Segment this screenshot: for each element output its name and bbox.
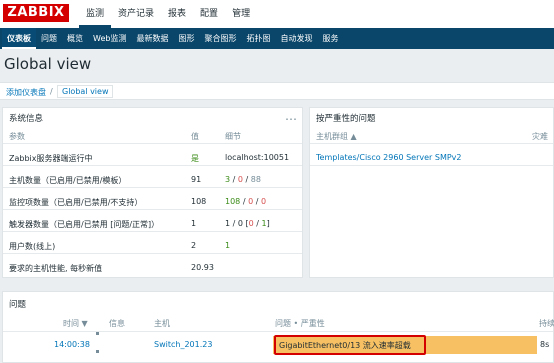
param-detail: 1 [225,241,231,250]
breadcrumb-current[interactable]: Global view [57,85,114,98]
col-param: 参数 [9,132,25,141]
sub-nav-services[interactable]: 服务 [317,28,343,49]
page-title: Global view [4,55,92,73]
sub-nav-graphs[interactable]: 图形 [173,28,199,49]
param-value: 108 [191,197,207,206]
system-info-widget: 系统信息 … 参数 值 细节 Zabbix服务器端运行中 是 localhost… [2,107,303,278]
system-info-header: 参数 值 细节 [3,126,302,144]
sub-nav-dashboard[interactable]: 仪表板 [2,28,36,49]
problems-by-severity-title[interactable]: 按严重性的问题 [310,108,553,126]
top-menu: 监测 资产记录 报表 配置 管理 [79,0,257,28]
sub-nav-latest-data[interactable]: 最新数据 [131,28,173,49]
col-duration: 持续 [539,319,554,328]
problem-duration: 8s [540,340,550,349]
sub-nav-screens[interactable]: 聚合图形 [199,28,241,49]
table-row: 触发器数量（已启用/已禁用 [问题/正常]） 1 1 / 0 [0 / 1] [3,214,302,232]
col-host-group[interactable]: 主机群组 ▲ [316,131,357,142]
table-row: Templates/Cisco 2960 Server SMPv2 [310,148,553,166]
problems-title[interactable]: 问题 [3,292,553,310]
problems-widget: 问题 时间 ▼ 信息 主机 问题 • 严重性 持续 14:00:38 Switc… [2,291,554,363]
table-row: 监控项数量（已启用/已禁用/不支持） 108 108 / 0 / 0 [3,192,302,210]
table-row: 要求的主机性能, 每秒新值 20.93 [3,258,302,276]
highlight-box [274,335,426,355]
top-menu-configuration[interactable]: 配置 [193,0,225,28]
sub-nav: 仪表板 问题 概览 Web监测 最新数据 图形 聚合图形 拓扑图 自动发现 服务 [0,28,554,49]
col-time[interactable]: 时间 ▼ [63,318,88,329]
param-value: 20.93 [191,263,214,272]
breadcrumb: 添加仪表盘 / Global view [0,82,554,100]
sub-nav-discovery[interactable]: 自动发现 [275,28,317,49]
problem-time[interactable]: 14:00:38 [54,340,90,349]
table-row: Zabbix服务器端运行中 是 localhost:10051 [3,148,302,166]
top-menu-reports[interactable]: 报表 [161,0,193,28]
param-detail: 108 / 0 / 0 [225,197,267,206]
widget-menu-icon[interactable]: … [285,109,297,123]
param-detail: 3 / 0 / 88 [225,175,261,184]
param-value: 是 [191,154,199,163]
timeline-marker [96,332,99,335]
problems-by-severity-widget: 按严重性的问题 主机群组 ▲ 灾难 Templates/Cisco 2960 S… [309,107,554,278]
sub-nav-web[interactable]: Web监测 [88,28,131,49]
param-label: 要求的主机性能, 每秒新值 [9,264,103,273]
col-value: 值 [191,132,199,141]
col-host: 主机 [154,319,170,328]
top-menu-administration[interactable]: 管理 [225,0,257,28]
sub-nav-maps[interactable]: 拓扑图 [241,28,275,49]
table-row: 用户数(线上) 2 1 [3,236,302,254]
param-detail: 1 / 0 [0 / 1] [225,219,270,228]
problems-header: 时间 ▼ 信息 主机 问题 • 严重性 持续 [3,318,554,332]
param-label: 主机数量（已启用/已禁用/模板） [9,176,127,185]
sub-nav-overview[interactable]: 概览 [62,28,88,49]
param-label: 监控项数量（已启用/已禁用/不支持） [9,198,143,207]
col-problem-severity: 问题 • 严重性 [275,319,325,328]
breadcrumb-add-dashboard[interactable]: 添加仪表盘 [6,87,46,98]
param-value: 2 [191,241,197,250]
top-bar: ZABBIX 监测 资产记录 报表 配置 管理 [0,0,554,28]
severity-header: 主机群组 ▲ 灾难 [310,126,553,144]
problem-host[interactable]: Switch_201.23 [154,340,212,349]
param-label: 触发器数量（已启用/已禁用 [问题/正常]） [9,220,160,229]
param-detail: localhost:10051 [225,153,290,162]
param-label: Zabbix服务器端运行中 [9,154,93,163]
system-info-title[interactable]: 系统信息 [3,108,302,126]
zabbix-logo[interactable]: ZABBIX [3,4,69,22]
top-menu-inventory[interactable]: 资产记录 [111,0,161,28]
host-group-link[interactable]: Templates/Cisco 2960 Server SMPv2 [316,153,462,162]
breadcrumb-separator: / [50,87,53,96]
param-label: 用户数(线上) [9,242,56,251]
col-disaster: 灾难 [532,132,548,141]
col-info: 信息 [109,319,125,328]
top-menu-monitoring[interactable]: 监测 [79,0,112,28]
sub-nav-problems[interactable]: 问题 [36,28,62,49]
param-value: 1 [191,219,197,228]
param-value: 91 [191,175,202,184]
col-detail: 细节 [225,132,241,141]
table-row: 主机数量（已启用/已禁用/模板） 91 3 / 0 / 88 [3,170,302,188]
